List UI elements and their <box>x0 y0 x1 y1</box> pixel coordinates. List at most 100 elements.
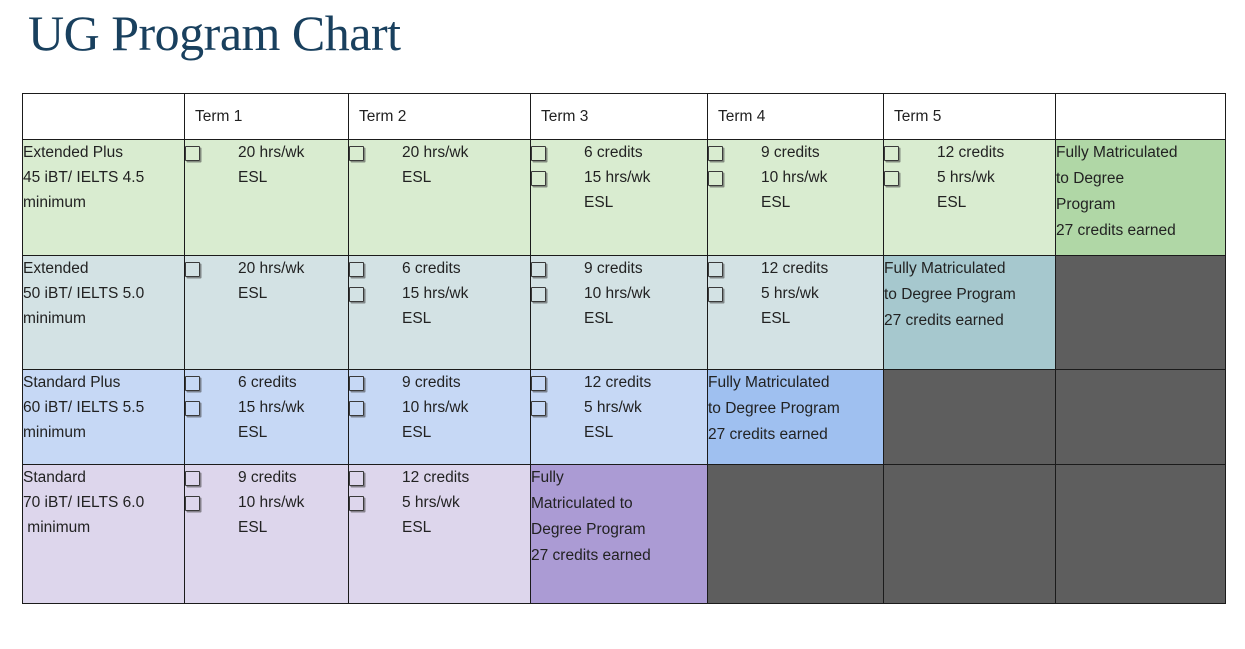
program-requirement: 45 iBT/ IELTS 4.5 <box>23 169 145 186</box>
matriculated-line: Matriculated to <box>531 495 633 512</box>
task-label: 20 hrs/wk ESL <box>238 144 305 186</box>
checkbox-icon[interactable] <box>708 262 723 277</box>
task-label: 5 hrs/wk ESL <box>402 494 460 536</box>
task-label: 20 hrs/wk ESL <box>402 144 469 186</box>
task-item[interactable]: 9 credits <box>185 465 348 490</box>
checkbox-icon[interactable] <box>185 146 200 161</box>
checkbox-icon[interactable] <box>531 287 546 302</box>
ug-program-chart-page: UG Program Chart Term 1 Term 2 Term 3 Te… <box>0 0 1245 649</box>
checkbox-icon[interactable] <box>349 262 364 277</box>
task-item[interactable]: 9 credits <box>349 370 530 395</box>
checkbox-icon[interactable] <box>708 146 723 161</box>
term-cell: 12 credits 5 hrs/wk ESL <box>883 139 1056 256</box>
program-chart-table: Term 1 Term 2 Term 3 Term 4 Term 5 Exten… <box>22 93 1226 604</box>
table-row: Standard Plus 60 iBT/ IELTS 5.5 minimum 6 c… <box>22 369 1226 465</box>
term-cell: 6 credits 15 hrs/wk ESL <box>530 139 708 256</box>
checkbox-icon[interactable] <box>708 171 723 186</box>
program-cell: Standard Plus 60 iBT/ IELTS 5.5 minimum <box>22 369 185 465</box>
term-cell: 9 credits 10 hrs/wk ESL <box>707 139 884 256</box>
checkbox-icon[interactable] <box>349 376 364 391</box>
checkbox-icon[interactable] <box>349 401 364 416</box>
task-item[interactable]: 10 hrs/wk ESL <box>185 490 348 540</box>
task-label: 10 hrs/wk ESL <box>238 494 305 536</box>
program-note: minimum <box>23 310 86 327</box>
table-row: Standard 70 iBT/ IELTS 6.0 minimum 9 credi… <box>22 464 1226 604</box>
task-item[interactable]: 5 hrs/wk ESL <box>708 281 883 331</box>
task-item[interactable]: 6 credits <box>185 370 348 395</box>
header-cell-term-4: Term 4 <box>707 93 884 140</box>
task-item[interactable]: 20 hrs/wk ESL <box>185 140 348 190</box>
checkbox-icon[interactable] <box>349 496 364 511</box>
task-item[interactable]: 12 credits <box>531 370 707 395</box>
task-item[interactable]: 20 hrs/wk ESL <box>185 256 348 306</box>
checkbox-icon[interactable] <box>185 376 200 391</box>
checkbox-icon[interactable] <box>531 262 546 277</box>
matriculated-line: to Degree Program <box>884 286 1016 303</box>
task-item[interactable]: 10 hrs/wk ESL <box>531 281 707 331</box>
task-label: 10 hrs/wk ESL <box>584 285 651 327</box>
task-label: 5 hrs/wk ESL <box>584 399 642 441</box>
checkbox-icon[interactable] <box>185 471 200 486</box>
task-item[interactable]: 12 credits <box>708 256 883 281</box>
task-item[interactable]: 5 hrs/wk ESL <box>884 165 1055 215</box>
table-row: Extended 50 iBT/ IELTS 5.0 minimum 20 hrs/w… <box>22 255 1226 370</box>
checkbox-icon[interactable] <box>531 146 546 161</box>
program-cell: Extended 50 iBT/ IELTS 5.0 minimum <box>22 255 185 370</box>
checkbox-icon[interactable] <box>349 471 364 486</box>
matriculated-line: Fully Matriculated <box>884 260 1006 277</box>
checkbox-icon[interactable] <box>884 171 899 186</box>
task-item[interactable]: 12 credits <box>349 465 530 490</box>
task-label: 9 credits <box>761 144 820 161</box>
task-item[interactable]: 5 hrs/wk ESL <box>531 395 707 445</box>
term-cell: 9 credits 10 hrs/wk ESL <box>530 255 708 370</box>
program-name: Extended Plus <box>23 144 123 161</box>
program-name: Standard <box>23 469 86 486</box>
checkbox-icon[interactable] <box>349 146 364 161</box>
checkbox-icon[interactable] <box>185 496 200 511</box>
program-cell: Extended Plus 45 iBT/ IELTS 4.5 minimum <box>22 139 185 256</box>
matriculated-line: 27 credits earned <box>884 312 1004 329</box>
table-body: Extended Plus 45 iBT/ IELTS 4.5 minimum 20 … <box>22 139 1226 604</box>
term-cell: 20 hrs/wk ESL <box>184 139 349 256</box>
task-label: 12 credits <box>937 144 1005 161</box>
term-cell: 12 credits 5 hrs/wk ESL <box>707 255 884 370</box>
task-item[interactable]: 5 hrs/wk ESL <box>349 490 530 540</box>
task-label: 15 hrs/wk ESL <box>584 169 651 211</box>
header-label-term-4: Term 4 <box>718 108 766 125</box>
checkbox-icon[interactable] <box>531 376 546 391</box>
task-item[interactable]: 9 credits <box>531 256 707 281</box>
header-cell-term-5: Term 5 <box>883 93 1056 140</box>
task-item[interactable]: 12 credits <box>884 140 1055 165</box>
task-item[interactable]: 9 credits <box>708 140 883 165</box>
matriculated-cell: Fully Matriculated to Degree Program 27 cr… <box>883 255 1056 370</box>
checkbox-icon[interactable] <box>531 401 546 416</box>
matriculated-line: Fully <box>531 469 564 486</box>
task-label: 20 hrs/wk ESL <box>238 260 305 302</box>
task-item[interactable]: 6 credits <box>349 256 530 281</box>
task-item[interactable]: 10 hrs/wk ESL <box>349 395 530 445</box>
term-cell: 20 hrs/wk ESL <box>348 139 531 256</box>
checkbox-icon[interactable] <box>708 287 723 302</box>
program-requirement: 60 iBT/ IELTS 5.5 <box>23 399 145 416</box>
task-label: 6 credits <box>238 374 297 391</box>
program-note: minimum <box>23 424 86 441</box>
checkbox-icon[interactable] <box>185 262 200 277</box>
task-item[interactable]: 6 credits <box>531 140 707 165</box>
program-cell: Standard 70 iBT/ IELTS 6.0 minimum <box>22 464 185 604</box>
task-label: 10 hrs/wk ESL <box>402 399 469 441</box>
checkbox-icon[interactable] <box>884 146 899 161</box>
header-cell-term-2: Term 2 <box>348 93 531 140</box>
term-cell-disabled <box>707 464 884 604</box>
matriculated-line: to Degree <box>1056 170 1125 187</box>
task-label: 12 credits <box>402 469 470 486</box>
task-item[interactable]: 15 hrs/wk ESL <box>185 395 348 445</box>
term-cell: 6 credits 15 hrs/wk ESL <box>184 369 349 465</box>
program-name: Extended <box>23 260 89 277</box>
task-item[interactable]: 10 hrs/wk ESL <box>708 165 883 215</box>
task-item[interactable]: 20 hrs/wk ESL <box>349 140 530 190</box>
task-item[interactable]: 15 hrs/wk ESL <box>349 281 530 331</box>
checkbox-icon[interactable] <box>185 401 200 416</box>
task-item[interactable]: 15 hrs/wk ESL <box>531 165 707 215</box>
checkbox-icon[interactable] <box>349 287 364 302</box>
checkbox-icon[interactable] <box>531 171 546 186</box>
